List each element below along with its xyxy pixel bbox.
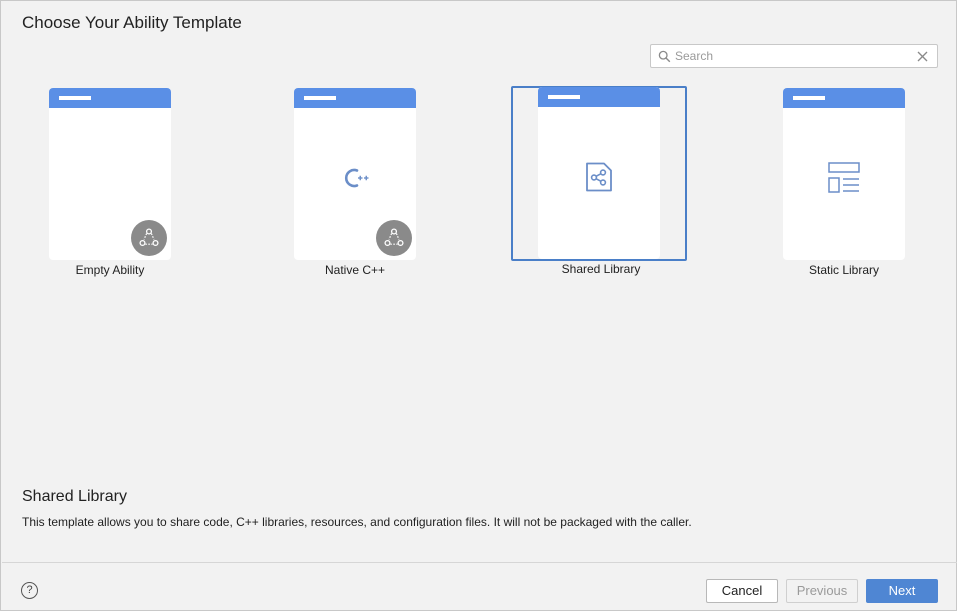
template-empty-ability[interactable]: Empty Ability bbox=[12, 87, 188, 277]
ability-badge-icon bbox=[376, 220, 412, 256]
search-input[interactable] bbox=[675, 46, 905, 66]
shared-library-icon bbox=[586, 162, 612, 192]
card-header-bar bbox=[783, 88, 905, 108]
card-header-bar bbox=[538, 87, 660, 107]
description-title: Shared Library bbox=[22, 488, 127, 505]
next-button[interactable]: Next bbox=[866, 579, 938, 603]
cancel-button[interactable]: Cancel bbox=[706, 579, 778, 603]
previous-button[interactable]: Previous bbox=[786, 579, 858, 603]
cpp-icon bbox=[344, 168, 369, 188]
clear-icon[interactable] bbox=[917, 51, 928, 62]
template-native-cpp[interactable]: Native C++ bbox=[257, 87, 433, 277]
template-card bbox=[783, 88, 905, 260]
template-label: Empty Ability bbox=[75, 263, 145, 277]
template-shared-library[interactable]: Shared Library bbox=[511, 86, 687, 276]
card-header-bar bbox=[294, 88, 416, 108]
card-header-bar bbox=[49, 88, 171, 108]
template-card bbox=[49, 88, 171, 260]
template-label: Shared Library bbox=[561, 262, 641, 276]
ability-badge-icon bbox=[131, 220, 167, 256]
template-card bbox=[538, 87, 660, 259]
search-box[interactable] bbox=[650, 44, 938, 68]
help-icon[interactable]: ? bbox=[21, 582, 38, 599]
dialog: Choose Your Ability Template Search Empt… bbox=[0, 0, 957, 611]
search-icon bbox=[658, 50, 671, 63]
page-title: Choose Your Ability Template bbox=[22, 13, 242, 32]
static-library-icon bbox=[828, 162, 860, 193]
footer-divider bbox=[2, 562, 957, 563]
template-label: Static Library bbox=[808, 263, 880, 277]
template-card bbox=[294, 88, 416, 260]
template-label: Native C++ bbox=[324, 263, 386, 277]
template-static-library[interactable]: Static Library bbox=[746, 87, 922, 277]
description-text: This template allows you to share code, … bbox=[22, 515, 692, 529]
